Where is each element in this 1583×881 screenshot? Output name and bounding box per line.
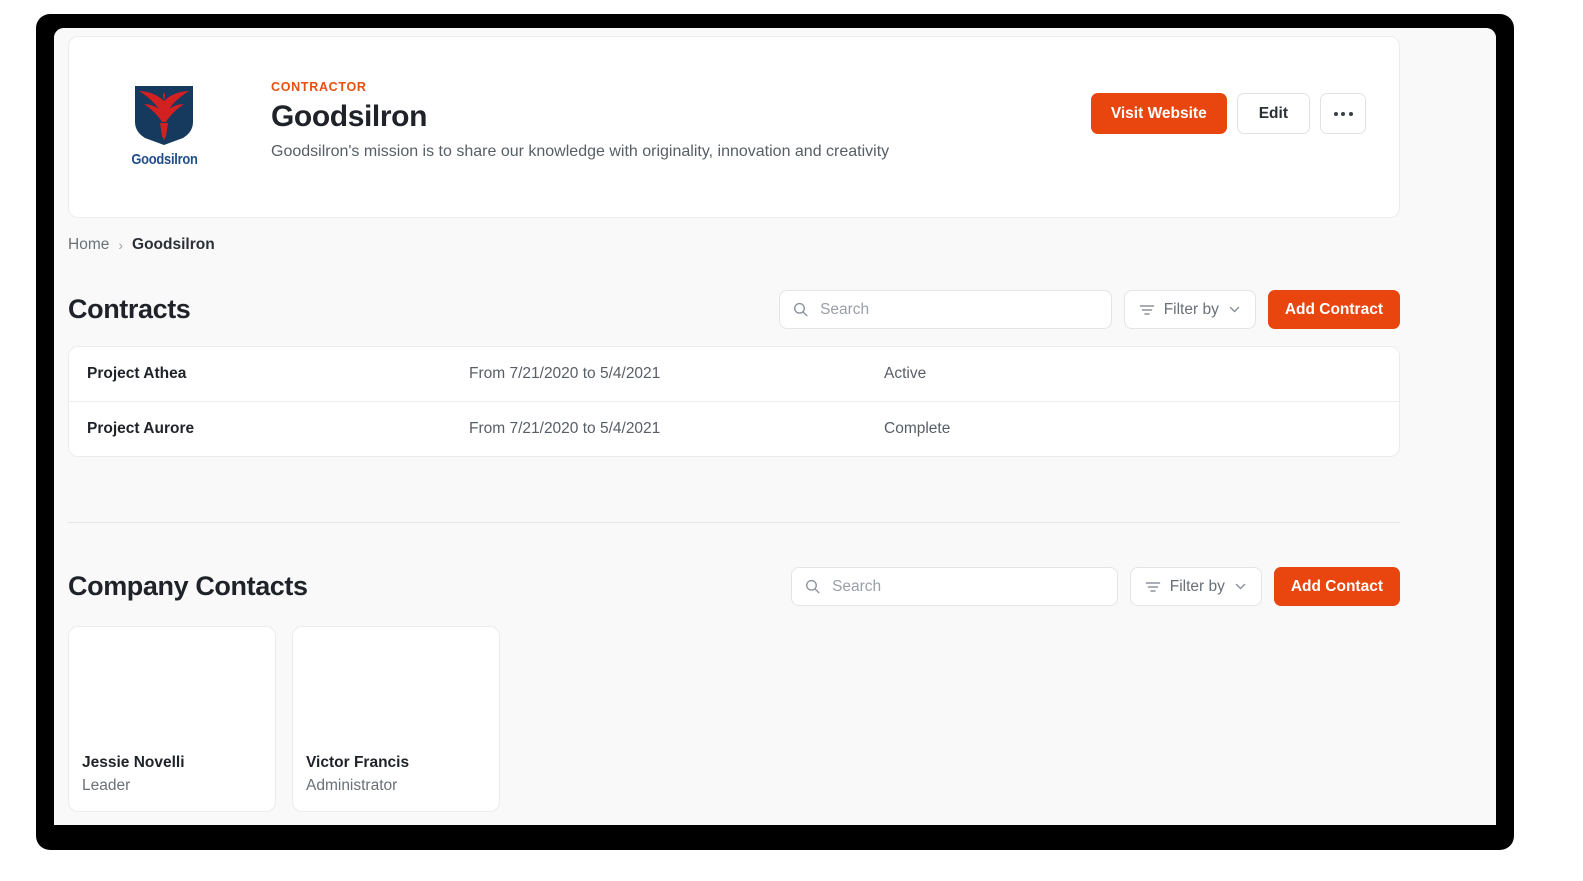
- list-item[interactable]: Jessie Novelli Leader: [68, 626, 276, 812]
- header-action-group: Visit Website Edit: [1090, 93, 1366, 134]
- filter-icon: [1139, 304, 1154, 315]
- company-header-card: Goodsilron CONTRACTOR Goodsilron Goodsil…: [68, 36, 1400, 218]
- contacts-controls: Filter by Add Contact: [790, 567, 1400, 606]
- contacts-grid: Jessie Novelli Leader Victor Francis Adm…: [68, 626, 500, 812]
- breadcrumb-item-home[interactable]: Home: [68, 236, 109, 254]
- breadcrumb-item-current: Goodsilron: [132, 236, 215, 253]
- contracts-section-header: Contracts Filter by: [68, 290, 1400, 329]
- search-icon: [793, 302, 808, 317]
- company-type-label: CONTRACTOR: [271, 80, 367, 94]
- contracts-search-input[interactable]: [818, 299, 1098, 320]
- list-item[interactable]: Victor Francis Administrator: [292, 626, 500, 812]
- contracts-filter-label: Filter by: [1163, 300, 1219, 318]
- company-logo-wordmark: Goodsilron: [130, 151, 198, 168]
- contacts-section-header: Company Contacts Filter by: [68, 567, 1400, 606]
- contracts-filter-button[interactable]: Filter by: [1123, 290, 1256, 329]
- contacts-filter-button[interactable]: Filter by: [1129, 567, 1262, 606]
- search-icon: [805, 579, 820, 594]
- visit-website-button[interactable]: Visit Website: [1090, 93, 1227, 134]
- avatar: [293, 627, 499, 745]
- company-logo: Goodsilron: [126, 84, 202, 176]
- contracts-search-box[interactable]: [778, 290, 1112, 329]
- page-body: Goodsilron CONTRACTOR Goodsilron Goodsil…: [54, 28, 1496, 825]
- avatar: [69, 627, 275, 745]
- contacts-search-box[interactable]: [790, 567, 1118, 606]
- chevron-down-icon: [1235, 583, 1246, 590]
- app-screen: Goodsilron CONTRACTOR Goodsilron Goodsil…: [54, 28, 1496, 825]
- contract-dates: From 7/21/2020 to 5/4/2021: [469, 365, 661, 382]
- contract-name: Project Aurore: [87, 420, 195, 437]
- contract-status: Active: [884, 365, 927, 382]
- contact-role: Leader: [82, 776, 131, 794]
- add-contact-button[interactable]: Add Contact: [1273, 567, 1400, 606]
- table-row[interactable]: Project Athea From 7/21/2020 to 5/4/2021…: [69, 347, 1399, 402]
- filter-icon: [1145, 581, 1160, 592]
- page-title: Goodsilron: [271, 99, 427, 133]
- ellipsis-icon: [1333, 111, 1353, 116]
- contract-dates: From 7/21/2020 to 5/4/2021: [469, 420, 661, 437]
- company-header-text: CONTRACTOR Goodsilron Goodsilron's missi…: [271, 80, 890, 163]
- contacts-title: Company Contacts: [68, 571, 308, 601]
- contacts-search-input[interactable]: [830, 576, 1104, 597]
- add-contract-button[interactable]: Add Contract: [1267, 290, 1400, 329]
- contracts-list: Project Athea From 7/21/2020 to 5/4/2021…: [68, 346, 1400, 457]
- chevron-right-icon: ›: [118, 237, 124, 253]
- section-divider: [68, 522, 1400, 523]
- contracts-title: Contracts: [68, 294, 191, 324]
- contract-status: Complete: [884, 420, 951, 437]
- eagle-shield-logo-icon: [135, 86, 193, 145]
- company-mission-text: Goodsilron's mission is to share our kno…: [271, 143, 890, 161]
- contact-role: Administrator: [306, 776, 398, 794]
- chevron-down-icon: [1229, 306, 1240, 313]
- edit-button[interactable]: Edit: [1236, 93, 1310, 134]
- contracts-controls: Filter by Add Contract: [778, 290, 1400, 329]
- contact-info: Jessie Novelli Leader: [82, 753, 185, 795]
- contact-info: Victor Francis Administrator: [306, 753, 409, 795]
- more-options-button[interactable]: [1320, 93, 1366, 134]
- breadcrumb: Home › Goodsilron: [68, 236, 215, 254]
- contacts-filter-label: Filter by: [1169, 577, 1225, 595]
- contact-name: Jessie Novelli: [82, 754, 185, 772]
- contract-name: Project Athea: [87, 365, 187, 382]
- table-row[interactable]: Project Aurore From 7/21/2020 to 5/4/202…: [69, 402, 1399, 456]
- contact-name: Victor Francis: [306, 754, 410, 772]
